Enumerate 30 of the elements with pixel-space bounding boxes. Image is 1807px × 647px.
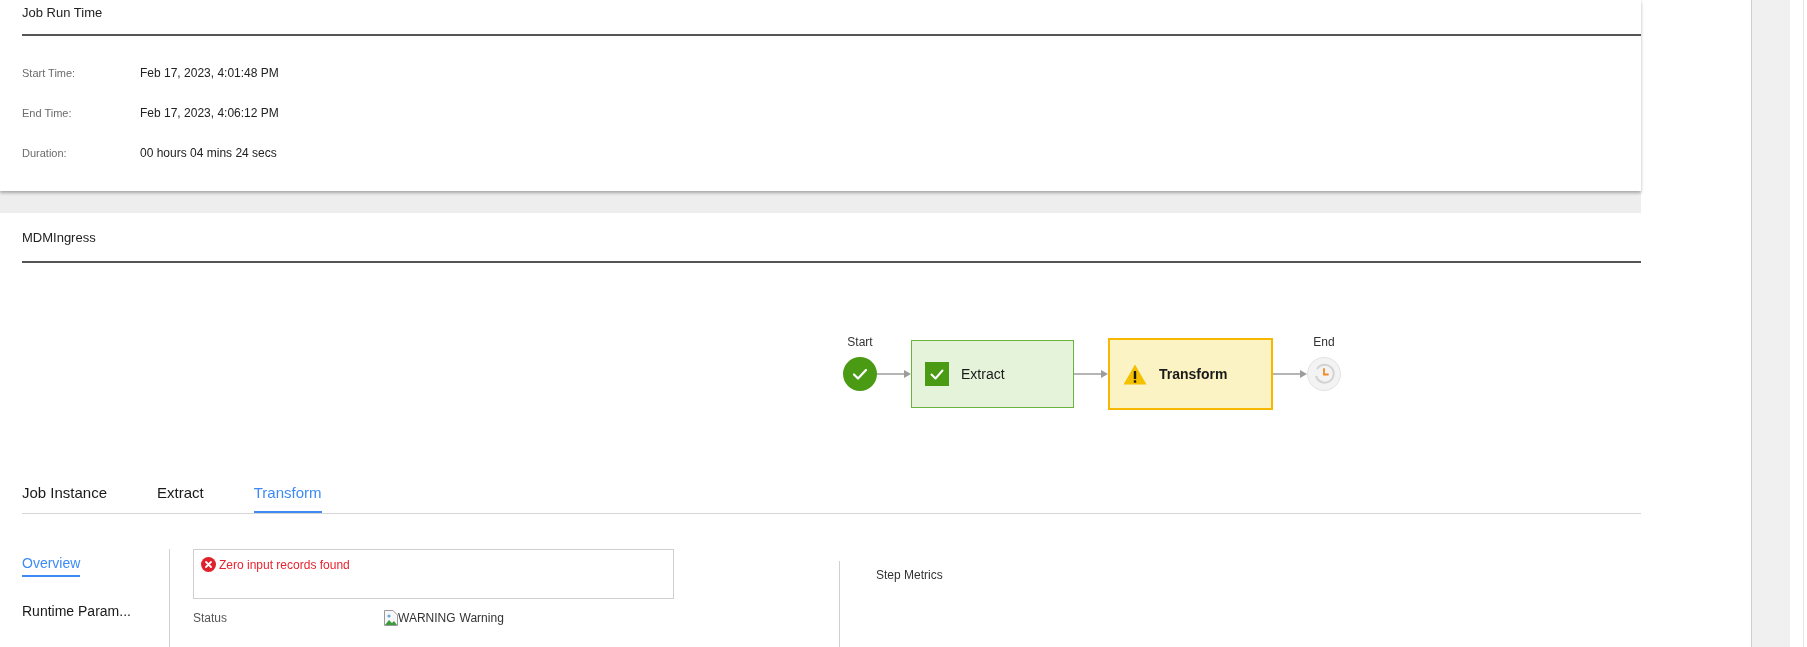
side-nav-item[interactable]: Overview <box>22 554 81 577</box>
field-value: Feb 17, 2023, 4:01:48 PM <box>140 65 279 81</box>
field-label: End Time: <box>22 106 73 121</box>
section-title: Job Run Time <box>22 4 103 21</box>
panel-title: Step Metrics <box>876 568 943 582</box>
image-alt-text: WARNING <box>398 610 456 626</box>
node-label: Start <box>847 335 873 350</box>
field-label: Duration: <box>22 146 68 161</box>
check-square-icon <box>925 362 949 386</box>
detail-label: Status <box>193 610 229 626</box>
field-value: Feb 17, 2023, 4:06:12 PM <box>140 105 279 121</box>
connector-arrow <box>1074 369 1108 379</box>
warning-icon <box>1123 363 1147 385</box>
node-label: End <box>1313 335 1335 350</box>
error-icon <box>201 557 216 572</box>
tab[interactable]: Job Instance <box>22 484 108 513</box>
field-value: 00 hours 04 mins 24 secs <box>140 145 278 161</box>
broken-image-icon <box>384 610 398 626</box>
tab[interactable]: Extract <box>157 484 204 513</box>
connector-arrow <box>877 369 911 379</box>
step-label: Transform <box>1159 365 1228 383</box>
detail-value: Warning <box>459 610 504 626</box>
connector-arrow <box>1273 369 1307 379</box>
field-label: Start Time: <box>22 66 77 81</box>
section-title: MDMIngress <box>22 229 96 246</box>
step-label: Extract <box>961 365 1005 383</box>
error-message: Zero input records found <box>219 557 350 573</box>
step-node[interactable]: Extract <box>911 340 1074 408</box>
step-node[interactable]: Transform <box>1108 338 1273 410</box>
side-nav-item[interactable]: Runtime Param... <box>22 602 131 625</box>
